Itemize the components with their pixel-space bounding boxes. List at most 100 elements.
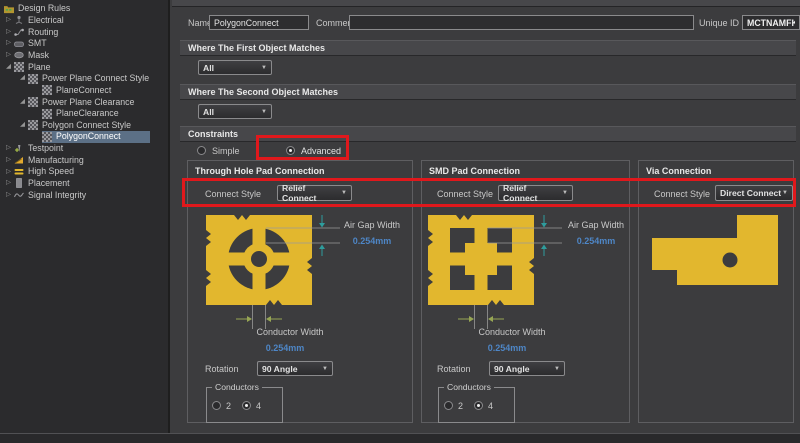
smt-icon xyxy=(14,39,25,49)
tree-item-power-plane-connect-style[interactable]: ◢ Power Plane Connect Style xyxy=(0,73,168,85)
tree-item-routing[interactable]: ▷ Routing xyxy=(0,26,168,38)
tree-item-high-speed[interactable]: ▷ High Speed xyxy=(0,166,168,178)
rule-icon xyxy=(42,109,53,119)
caret-down-icon: ▼ xyxy=(261,65,267,71)
air-gap-width-label: Air Gap Width xyxy=(556,220,636,230)
tree-selection-highlight: PolygonConnect xyxy=(42,131,150,143)
conductors-2-radio[interactable] xyxy=(212,401,221,410)
conductors-2-label: 2 xyxy=(458,401,463,411)
unique-id-input[interactable] xyxy=(742,15,800,30)
manufacturing-icon xyxy=(14,155,25,165)
conductor-width-value: 0.254mm xyxy=(457,343,557,353)
expand-collapsed-icon[interactable]: ▷ xyxy=(3,17,14,24)
conductors-4-radio[interactable] xyxy=(242,401,251,410)
section-where-second-object-matches: Where The Second Object Matches xyxy=(180,84,796,100)
rule-icon xyxy=(42,85,53,95)
conductors-label: Conductors xyxy=(212,382,262,392)
smd-connect-style-dropdown[interactable]: Relief Connect▼ xyxy=(498,185,573,201)
smd-pad-preview xyxy=(412,212,627,337)
rules-tree: Design Rules ▷ Electrical ▷ Routing ▷ SM… xyxy=(0,0,170,433)
expand-collapsed-icon[interactable]: ▷ xyxy=(3,157,14,164)
caret-down-icon: ▼ xyxy=(562,190,568,196)
tree-label: Design Rules xyxy=(18,4,70,13)
comment-input[interactable] xyxy=(349,15,694,30)
expand-collapsed-icon[interactable]: ▷ xyxy=(3,192,14,199)
conductors-2-radio[interactable] xyxy=(444,401,453,410)
conductor-width-label: Conductor Width xyxy=(462,327,562,337)
tree-item-design-rules[interactable]: Design Rules xyxy=(0,3,168,15)
advanced-radio[interactable] xyxy=(286,146,295,155)
conductors-4-radio[interactable] xyxy=(474,401,483,410)
expand-collapsed-icon[interactable]: ▷ xyxy=(3,169,14,176)
air-gap-width-value: 0.254mm xyxy=(332,236,412,246)
tree-item-polygon-connect-style[interactable]: ◢ Polygon Connect Style xyxy=(0,119,168,131)
high-speed-icon xyxy=(14,167,25,177)
unique-id-label: Unique ID xyxy=(699,18,739,28)
via-connect-style-dropdown[interactable]: Direct Connect▼ xyxy=(715,185,793,201)
tree-item-mask[interactable]: ▷ Mask xyxy=(0,50,168,62)
expand-expanded-icon[interactable]: ◢ xyxy=(17,122,28,129)
section-constraints: Constraints xyxy=(180,126,796,142)
folder-icon xyxy=(4,4,15,14)
tree-item-testpoint[interactable]: ▷ Testpoint xyxy=(0,143,168,155)
tree-item-signal-integrity[interactable]: ▷ Signal Integrity xyxy=(0,189,168,201)
expand-expanded-icon[interactable]: ◢ xyxy=(17,99,28,106)
tree-item-polygonconnect-selected[interactable]: PolygonConnect xyxy=(0,131,168,143)
section-title: Where The First Object Matches xyxy=(188,43,325,53)
group-title: Via Connection xyxy=(646,166,711,176)
tree-item-plane[interactable]: ◢ Plane xyxy=(0,61,168,73)
rule-type-icon xyxy=(28,74,39,84)
rotation-dropdown[interactable]: 90 Angle▼ xyxy=(257,361,333,376)
connect-style-label: Connect Style xyxy=(437,189,493,199)
design-rules-dialog: Design Rules ▷ Electrical ▷ Routing ▷ SM… xyxy=(0,0,800,443)
tree-item-planeclearance[interactable]: PlaneClearance xyxy=(0,108,168,120)
expand-expanded-icon[interactable]: ◢ xyxy=(17,75,28,82)
rotation-label: Rotation xyxy=(437,364,471,374)
expand-collapsed-icon[interactable]: ▷ xyxy=(3,180,14,187)
expand-collapsed-icon[interactable]: ▷ xyxy=(3,29,14,36)
tree-item-planeconnect[interactable]: PlaneConnect xyxy=(0,84,168,96)
section-title: Where The Second Object Matches xyxy=(188,87,338,97)
caret-down-icon: ▼ xyxy=(341,190,347,196)
first-object-scope-dropdown[interactable]: All▼ xyxy=(198,60,272,75)
rotation-label: Rotation xyxy=(205,364,239,374)
second-object-scope-dropdown[interactable]: All▼ xyxy=(198,104,272,119)
expand-collapsed-icon[interactable]: ▷ xyxy=(3,52,14,59)
section-where-first-object-matches: Where The First Object Matches xyxy=(180,40,796,56)
connect-style-label: Connect Style xyxy=(205,189,261,199)
rule-icon xyxy=(42,132,53,142)
routing-icon xyxy=(14,27,25,37)
caret-down-icon: ▼ xyxy=(261,109,267,115)
rotation-dropdown[interactable]: 90 Angle▼ xyxy=(489,361,565,376)
expand-expanded-icon[interactable]: ◢ xyxy=(3,64,14,71)
caret-down-icon: ▼ xyxy=(554,366,560,372)
name-input[interactable] xyxy=(209,15,309,30)
rule-type-icon xyxy=(28,120,39,130)
conductors-label: Conductors xyxy=(444,382,494,392)
group-title: Through Hole Pad Connection xyxy=(195,166,325,176)
placement-icon xyxy=(14,178,25,188)
conductors-4-label: 4 xyxy=(256,401,261,411)
panel-top-edge xyxy=(172,0,800,7)
connect-style-label: Connect Style xyxy=(654,189,710,199)
expand-collapsed-icon[interactable]: ▷ xyxy=(3,145,14,152)
group-title: SMD Pad Connection xyxy=(429,166,520,176)
tree-item-electrical[interactable]: ▷ Electrical xyxy=(0,15,168,27)
plane-rule-icon xyxy=(14,62,25,72)
through-hole-pad-preview xyxy=(190,212,405,337)
advanced-radio-label: Advanced xyxy=(301,146,341,156)
expand-collapsed-icon[interactable]: ▷ xyxy=(3,40,14,47)
tree-item-manufacturing[interactable]: ▷ Manufacturing xyxy=(0,154,168,166)
air-gap-width-label: Air Gap Width xyxy=(332,220,412,230)
dialog-bottom-edge xyxy=(0,433,800,443)
mask-icon xyxy=(14,50,25,60)
simple-radio[interactable] xyxy=(197,146,206,155)
tree-item-smt[interactable]: ▷ SMT xyxy=(0,38,168,50)
conductor-width-value: 0.254mm xyxy=(235,343,335,353)
caret-down-icon: ▼ xyxy=(782,190,788,196)
via-direct-connect-preview xyxy=(645,210,800,295)
tree-item-placement[interactable]: ▷ Placement xyxy=(0,178,168,190)
conductors-4-label: 4 xyxy=(488,401,493,411)
through-hole-connect-style-dropdown[interactable]: Relief Connect▼ xyxy=(277,185,352,201)
tree-item-power-plane-clearance[interactable]: ◢ Power Plane Clearance xyxy=(0,96,168,108)
